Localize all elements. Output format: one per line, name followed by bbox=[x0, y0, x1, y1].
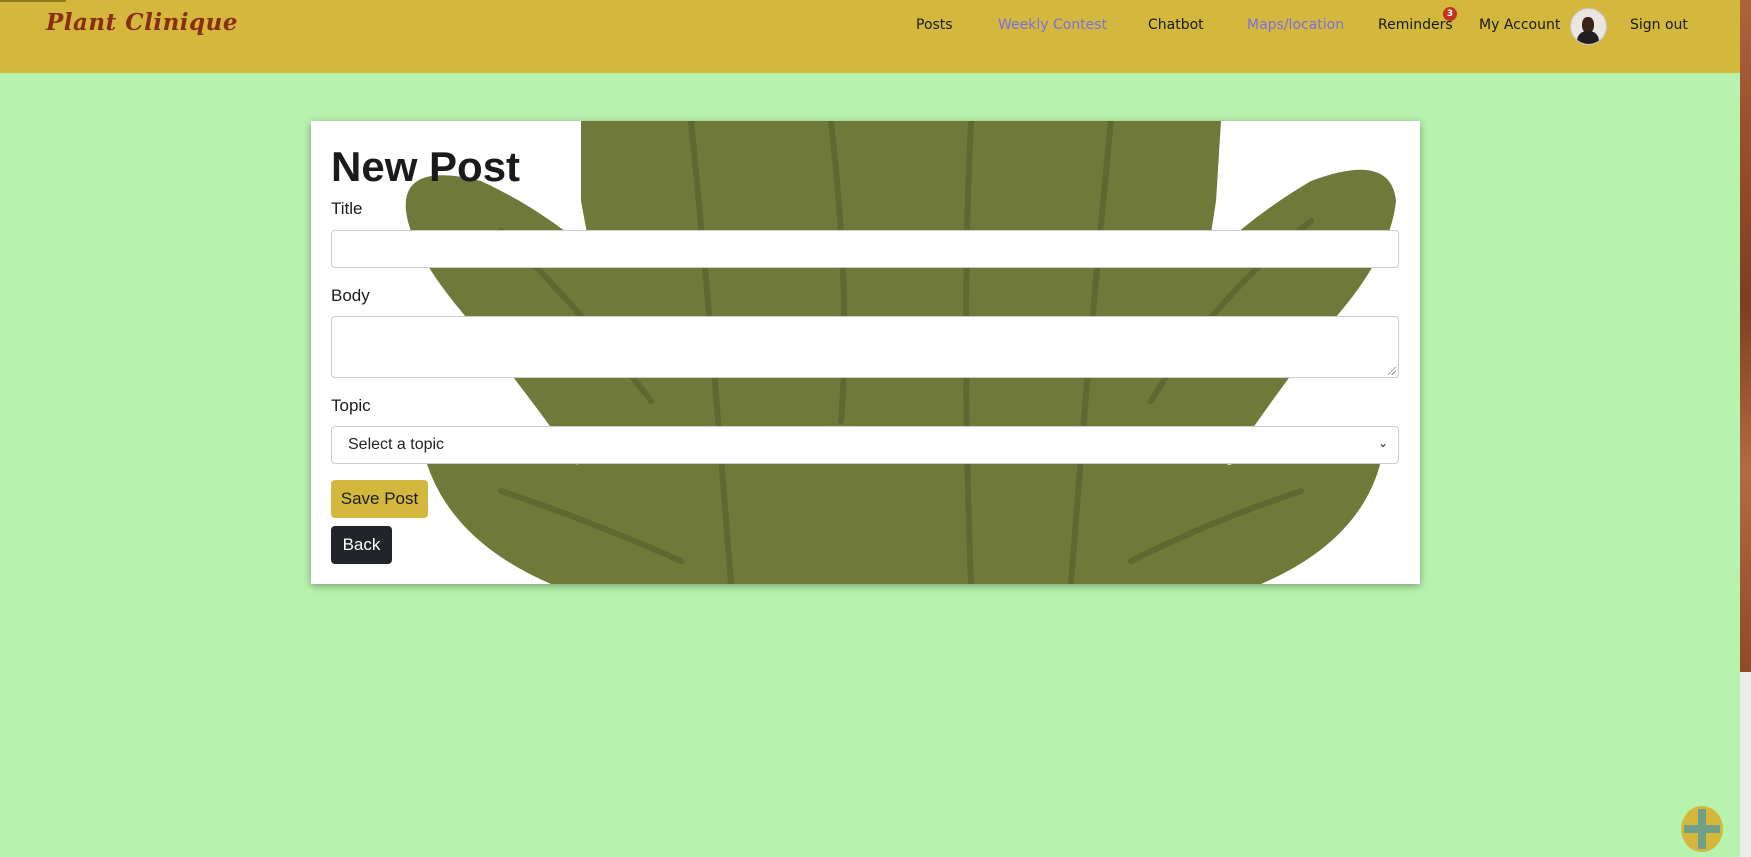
loading-bar bbox=[0, 0, 66, 2]
reminders-badge: 3 bbox=[1443, 7, 1457, 21]
save-post-button[interactable]: Save Post bbox=[331, 480, 428, 518]
new-post-card: New Post Title Body Topic Select a topic… bbox=[311, 121, 1420, 584]
topic-select[interactable]: Select a topic ⌄ bbox=[331, 426, 1399, 464]
title-label: Title bbox=[331, 199, 363, 218]
nav-maps-location[interactable]: Maps/location bbox=[1247, 17, 1344, 33]
nav-reminders[interactable]: Reminders bbox=[1378, 17, 1453, 33]
window-edge bbox=[1740, 0, 1751, 672]
topic-select-value: Select a topic bbox=[348, 436, 445, 453]
chevron-down-icon: ⌄ bbox=[1377, 436, 1388, 450]
nav-weekly-contest[interactable]: Weekly Contest bbox=[998, 17, 1107, 33]
add-fab-button[interactable] bbox=[1681, 806, 1723, 852]
top-navbar: Plant Clinique Posts Weekly Contest Chat… bbox=[0, 0, 1740, 73]
nav-chatbot[interactable]: Chatbot bbox=[1148, 17, 1204, 33]
body-label: Body bbox=[331, 286, 370, 305]
brand-logo[interactable]: Plant Clinique bbox=[46, 9, 238, 36]
nav-sign-out[interactable]: Sign out bbox=[1630, 17, 1688, 33]
title-input[interactable] bbox=[331, 230, 1399, 268]
nav-posts[interactable]: Posts bbox=[916, 17, 953, 33]
topic-label: Topic bbox=[331, 396, 371, 415]
body-textarea[interactable] bbox=[331, 316, 1399, 378]
plus-icon-bar bbox=[1684, 825, 1720, 833]
avatar-body bbox=[1577, 31, 1599, 44]
resize-handle-icon[interactable] bbox=[1388, 367, 1396, 375]
page-title: New Post bbox=[331, 143, 521, 190]
nav-my-account[interactable]: My Account bbox=[1479, 17, 1560, 33]
user-avatar[interactable] bbox=[1570, 8, 1607, 45]
scrollbar-track bbox=[1740, 672, 1751, 857]
back-button[interactable]: Back bbox=[331, 526, 392, 564]
